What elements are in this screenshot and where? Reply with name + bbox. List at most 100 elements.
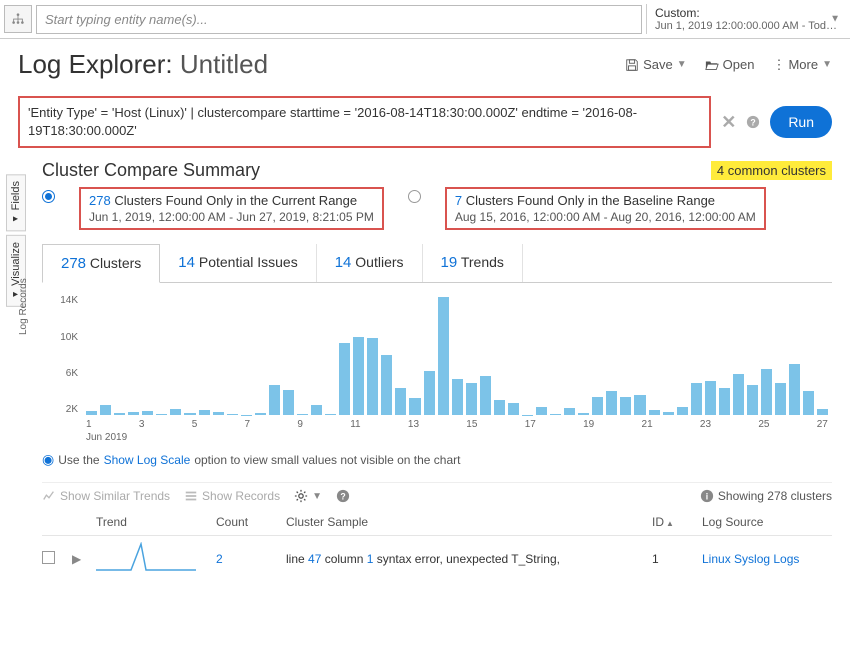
- chart-bar: [691, 383, 702, 416]
- chart-bar: [775, 383, 786, 416]
- chart-bar: [339, 343, 350, 416]
- chart-bar: [128, 412, 139, 415]
- title-name: Untitled: [180, 49, 268, 79]
- trends-icon: [42, 489, 56, 503]
- x-tick: 21: [642, 419, 653, 430]
- chart-bar: [466, 383, 477, 416]
- log-records-chart: Log Records 14K10K6K2K 13579111315171921…: [42, 295, 832, 443]
- expand-row-icon[interactable]: ▶: [72, 552, 81, 566]
- tab-potential-issues[interactable]: 14 Potential Issues: [160, 244, 316, 282]
- info-icon: i: [700, 489, 714, 503]
- query-input[interactable]: 'Entity Type' = 'Host (Linux)' | cluster…: [18, 96, 711, 148]
- show-log-scale-link[interactable]: Show Log Scale: [104, 453, 191, 467]
- chart-bar: [438, 297, 449, 415]
- list-icon: [184, 489, 198, 503]
- tab-outliers[interactable]: 14 Outliers: [317, 244, 423, 282]
- showing-count: i Showing 278 clusters: [700, 489, 832, 503]
- col-source[interactable]: Log Source: [702, 515, 832, 529]
- cluster-sample: line 47 column 1 syntax error, unexpecte…: [286, 552, 652, 566]
- current-range-radio[interactable]: [42, 190, 55, 203]
- chart-bar: [367, 338, 378, 415]
- svg-text:?: ?: [340, 492, 345, 502]
- app-icon[interactable]: [4, 5, 32, 33]
- col-id[interactable]: ID▲: [652, 515, 702, 529]
- x-tick: 27: [817, 419, 828, 430]
- chart-bar: [620, 397, 631, 416]
- svg-text:i: i: [706, 492, 708, 502]
- y-tick: 2K: [46, 404, 78, 415]
- col-sample[interactable]: Cluster Sample: [286, 515, 652, 529]
- chart-bar: [241, 415, 252, 416]
- save-button[interactable]: Save ▼: [625, 57, 687, 72]
- current-range-block[interactable]: 278 Clusters Found Only in the Current R…: [79, 187, 384, 230]
- chart-bar: [522, 415, 533, 416]
- gear-icon: [294, 489, 308, 503]
- time-label: Custom:: [655, 6, 838, 20]
- chart-bar: [100, 405, 111, 415]
- row-checkbox[interactable]: [42, 551, 55, 564]
- tab-clusters[interactable]: 278 Clusters: [42, 244, 160, 283]
- chart-bar: [269, 385, 280, 415]
- chart-bar: [677, 407, 688, 416]
- x-tick: 25: [758, 419, 769, 430]
- chevron-down-icon: ▼: [312, 491, 322, 502]
- help-icon[interactable]: ?: [746, 113, 760, 131]
- baseline-range-radio[interactable]: [408, 190, 421, 203]
- settings-button[interactable]: ▼: [294, 489, 322, 503]
- chart-bar: [817, 409, 828, 416]
- chart-bar: [311, 405, 322, 415]
- chart-bar: [184, 413, 195, 416]
- chart-bar: [452, 379, 463, 415]
- entity-input[interactable]: [36, 5, 642, 34]
- chart-bar: [649, 410, 660, 415]
- baseline-range-block[interactable]: 7 Clusters Found Only in the Baseline Ra…: [445, 187, 766, 230]
- col-count[interactable]: Count: [216, 515, 286, 529]
- table-help-button[interactable]: ?: [336, 489, 350, 503]
- chart-bar: [494, 400, 505, 415]
- current-range-dates: Jun 1, 2019, 12:00:00 AM - Jun 27, 2019,…: [89, 210, 374, 224]
- chart-bar: [395, 388, 406, 415]
- chart-bar: [114, 413, 125, 416]
- help-icon: ?: [336, 489, 350, 503]
- folder-open-icon: [705, 58, 719, 72]
- chart-bar: [170, 409, 181, 415]
- open-button[interactable]: Open: [705, 57, 755, 72]
- chart-bar: [409, 398, 420, 415]
- chart-bar: [663, 412, 674, 415]
- more-button[interactable]: ⋮ More ▼: [772, 57, 832, 73]
- col-trend[interactable]: Trend: [96, 515, 216, 529]
- row-count[interactable]: 2: [216, 552, 223, 566]
- y-tick: 14K: [46, 295, 78, 306]
- row-id: 1: [652, 552, 702, 566]
- chart-bar: [747, 385, 758, 416]
- run-button[interactable]: Run: [770, 106, 832, 138]
- chevron-down-icon: ▼: [822, 59, 832, 70]
- chart-bar: [536, 407, 547, 416]
- title-prefix: Log Explorer:: [18, 49, 173, 79]
- chart-bar: [213, 412, 224, 415]
- clear-icon[interactable]: ✕: [721, 112, 736, 133]
- chart-bar: [564, 408, 575, 416]
- summary-title: Cluster Compare Summary: [42, 160, 260, 181]
- tab-trends[interactable]: 19 Trends: [423, 244, 523, 282]
- show-records-button[interactable]: Show Records: [184, 489, 280, 503]
- time-range-text: Jun 1, 2019 12:00:00.000 AM - Today 08:2…: [655, 20, 838, 32]
- common-clusters-badge: 4 common clusters: [711, 161, 832, 180]
- show-similar-trends-button[interactable]: Show Similar Trends: [42, 489, 170, 503]
- chart-bar: [761, 369, 772, 415]
- chart-bar: [733, 374, 744, 415]
- time-range-picker[interactable]: Custom: Jun 1, 2019 12:00:00.000 AM - To…: [646, 4, 846, 34]
- chart-bar: [381, 355, 392, 415]
- row-source[interactable]: Linux Syslog Logs: [702, 552, 799, 566]
- chart-bar: [283, 390, 294, 416]
- chart-bar: [592, 397, 603, 416]
- chart-bar: [508, 403, 519, 415]
- chart-bar: [199, 410, 210, 415]
- x-tick: 9: [297, 419, 303, 430]
- chart-bar: [578, 413, 589, 416]
- chevron-down-icon: ▼: [830, 14, 840, 25]
- x-tick: 3: [139, 419, 145, 430]
- check-circle-icon: ◉: [42, 451, 54, 468]
- chevron-down-icon: ▼: [677, 59, 687, 70]
- chart-bar: [634, 395, 645, 416]
